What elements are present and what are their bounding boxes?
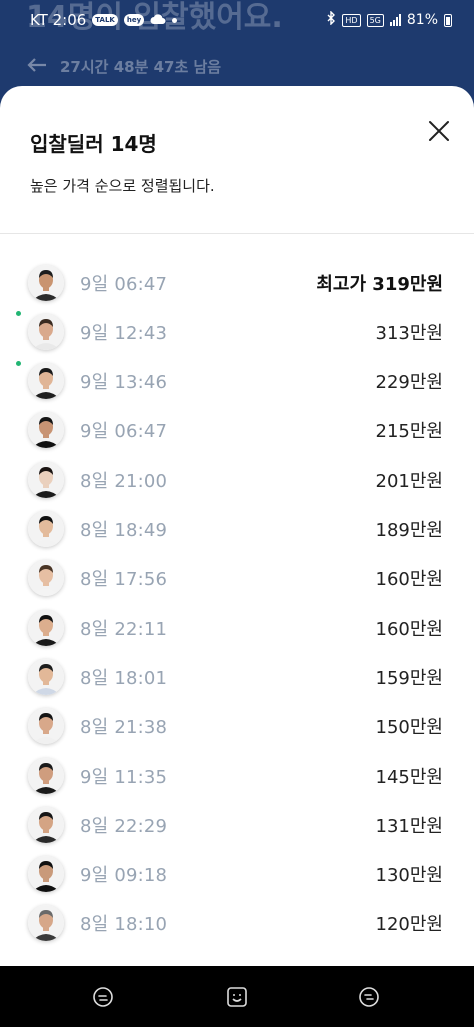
- bid-time: 8일 18:10: [80, 914, 168, 936]
- bid-row: 9일 13:46 229만원: [0, 357, 474, 406]
- 5g-icon: 5G: [366, 13, 384, 27]
- bid-price: 160만원: [375, 569, 443, 591]
- bid-row: 8일 21:00 201만원: [0, 455, 474, 504]
- dealer-avatar[interactable]: [28, 313, 64, 350]
- remaining-time: 27시간 48분 47초 남음: [60, 58, 222, 76]
- bid-row: 9일 06:47 215만원: [0, 406, 474, 455]
- bid-time: 9일 12:43: [80, 322, 168, 344]
- bid-time: 9일 06:47: [80, 273, 168, 295]
- bid-row: 9일 11:35 145만원: [0, 751, 474, 800]
- divider: [0, 233, 474, 234]
- dealer-avatar[interactable]: [28, 461, 64, 498]
- dealer-avatar[interactable]: [28, 856, 64, 893]
- bid-price: 201만원: [375, 470, 443, 492]
- recent-apps-icon: [93, 987, 113, 1007]
- bid-row: 8일 18:01 159만원: [0, 652, 474, 701]
- signal-icon: [389, 14, 401, 26]
- back-arrow-icon: [26, 57, 48, 77]
- bid-price: 120만원: [375, 914, 443, 936]
- bid-price: 215만원: [375, 421, 443, 443]
- bid-price: 189만원: [375, 520, 443, 541]
- bid-row: 8일 18:10 120만원: [0, 899, 474, 948]
- battery-icon: [444, 13, 452, 27]
- cloud-icon: [150, 11, 166, 29]
- bid-time: 8일 22:29: [80, 815, 168, 837]
- sheet-subtitle: 높은 가격 순으로 정렬됩니다.: [30, 177, 215, 195]
- bid-price: 160만원: [375, 618, 443, 640]
- close-icon: [429, 121, 449, 141]
- dealer-avatar[interactable]: [28, 905, 64, 942]
- status-bar: KT 2:06 TALK hey HD 5G 81%: [0, 0, 474, 40]
- dealer-avatar[interactable]: [28, 264, 64, 301]
- hey-icon: hey: [123, 14, 145, 26]
- dealer-avatar[interactable]: [28, 560, 64, 597]
- dealer-avatar[interactable]: [28, 708, 64, 745]
- bid-price: 159만원: [375, 667, 443, 689]
- bid-time: 9일 11:35: [80, 766, 168, 788]
- dealer-avatar[interactable]: [28, 412, 64, 449]
- dealer-avatar[interactable]: [28, 511, 64, 547]
- home-button[interactable]: [226, 986, 248, 1008]
- kakaotalk-icon: TALK: [92, 14, 118, 26]
- bid-price: 150만원: [375, 717, 443, 739]
- bid-price: 145만원: [375, 766, 443, 788]
- home-icon: [227, 987, 247, 1007]
- bid-row: 8일 22:11 160만원: [0, 603, 474, 652]
- bid-row: 9일 06:47 최고가 319만원: [0, 258, 474, 307]
- hd-icon: HD: [342, 13, 361, 27]
- bluetooth-icon: [326, 10, 336, 29]
- close-button[interactable]: [424, 116, 454, 146]
- bid-time: 8일 22:11: [80, 618, 168, 640]
- bid-time: 8일 18:01: [80, 667, 168, 689]
- bid-row: 8일 22:29 131만원: [0, 800, 474, 849]
- navigation-bar: [0, 966, 474, 1027]
- dealer-avatar[interactable]: [28, 757, 64, 794]
- bidders-sheet: 입찰딜러 14명 높은 가격 순으로 정렬됩니다. 9일 06:47 최고가 31…: [0, 86, 474, 966]
- carrier-time: KT 2:06: [30, 11, 87, 29]
- notification-dot-icon: [172, 17, 178, 23]
- status-right: HD 5G 81%: [326, 10, 452, 29]
- bid-row: 8일 21:38 150만원: [0, 702, 474, 751]
- bid-time: 8일 18:49: [80, 520, 168, 541]
- status-left: KT 2:06 TALK hey: [30, 11, 178, 29]
- bid-time: 9일 06:47: [80, 421, 168, 443]
- bid-time: 9일 13:46: [80, 372, 168, 394]
- back-button[interactable]: [358, 986, 380, 1008]
- bid-price: 313만원: [375, 322, 443, 344]
- bid-time: 9일 09:18: [80, 865, 168, 887]
- dealer-avatar[interactable]: [28, 363, 64, 400]
- bid-time: 8일 21:00: [80, 470, 168, 492]
- bid-price: 229만원: [375, 372, 443, 394]
- dealer-avatar[interactable]: [28, 806, 64, 843]
- bid-time: 8일 21:38: [80, 717, 168, 739]
- battery-percent: 81%: [406, 12, 438, 28]
- bid-row: 8일 17:56 160만원: [0, 554, 474, 603]
- bid-row: 9일 09:18 130만원: [0, 850, 474, 899]
- online-status-dot: [16, 311, 21, 317]
- sheet-title: 입찰딜러 14명: [30, 132, 157, 156]
- background-timer-row: 27시간 48분 47초 남음: [26, 56, 221, 77]
- back-icon: [359, 987, 379, 1007]
- highest-bid-price: 최고가 319만원: [316, 273, 443, 295]
- bid-row: 9일 12:43 313만원: [0, 307, 474, 356]
- bid-time: 8일 17:56: [80, 569, 168, 591]
- bid-row: 8일 18:49 189만원: [0, 505, 474, 554]
- recent-apps-button[interactable]: [92, 986, 114, 1008]
- dealer-avatar[interactable]: [28, 658, 64, 695]
- online-status-dot: [16, 360, 21, 366]
- bid-price: 130만원: [375, 865, 443, 887]
- dealer-avatar[interactable]: [28, 609, 64, 646]
- bid-price: 131만원: [375, 815, 443, 837]
- screen: KT 2:06 TALK hey HD 5G 81% 14명이 입찰했어요. 2…: [0, 0, 474, 1027]
